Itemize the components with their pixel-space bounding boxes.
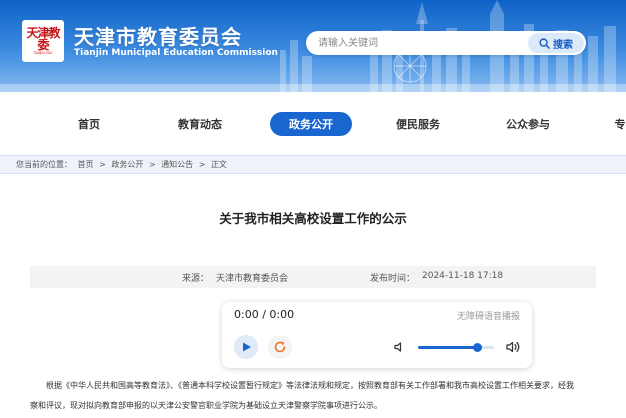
- breadcrumb-current: 正文: [210, 160, 227, 169]
- nav-item-home[interactable]: 首页: [66, 112, 112, 136]
- reload-icon: [274, 341, 286, 353]
- article-title: 关于我市相关高校设置工作的公示: [219, 211, 407, 226]
- logo[interactable]: 天津教委 TIANJIN EDU: [22, 20, 64, 62]
- header-banner: 天津教委 TIANJIN EDU 天津市教育委员会 Tianjin Munici…: [0, 0, 626, 92]
- volume-slider-fill: [418, 346, 478, 349]
- volume-slider-handle[interactable]: [473, 343, 483, 352]
- audio-player: 0:00 / 0:00 无障碍语音播报: [222, 302, 532, 368]
- player-time: 0:00 / 0:00: [234, 308, 295, 321]
- breadcrumb-separator: >: [148, 160, 156, 169]
- breadcrumb: 您当前的位置： 首页 > 政务公开 > 通知公告 > 正文: [16, 159, 230, 170]
- volume-high-icon[interactable]: [506, 340, 521, 354]
- main-nav: 首页 教育动态 政务公开 便民服务 公众参与 专: [0, 104, 626, 142]
- breadcrumb-bar: 您当前的位置： 首页 > 政务公开 > 通知公告 > 正文: [0, 155, 626, 174]
- body-paragraph-line: 根据《中华人民共和国高等教育法》、《普通本科学校设置暂行规定》等法律法规和规定，…: [46, 381, 574, 390]
- nav-item-government-affairs[interactable]: 政务公开: [270, 112, 352, 136]
- reload-button[interactable]: [268, 335, 292, 359]
- article-meta: 来源： 天津市教育委员会 发布时间： 2024-11-18 17:18: [30, 266, 596, 288]
- breadcrumb-government-affairs[interactable]: 政务公开: [111, 160, 143, 169]
- search-button[interactable]: 搜索: [528, 33, 584, 53]
- breadcrumb-prefix: 您当前的位置：: [16, 160, 72, 169]
- nav-item-education-news[interactable]: 教育动态: [170, 112, 230, 136]
- breadcrumb-separator: >: [99, 160, 106, 169]
- publish-time-label: 发布时间：: [370, 274, 416, 284]
- breadcrumb-home[interactable]: 首页: [78, 160, 94, 169]
- breadcrumb-separator: >: [198, 160, 206, 169]
- search-input[interactable]: [318, 34, 504, 52]
- accessibility-broadcast-label[interactable]: 无障碍语音播报: [457, 309, 520, 322]
- volume-slider[interactable]: [418, 343, 494, 352]
- nav-item-public-participation[interactable]: 公众参与: [498, 112, 558, 136]
- breadcrumb-notices[interactable]: 通知公告: [161, 160, 193, 169]
- logo-subtext: TIANJIN EDU: [33, 50, 53, 55]
- volume-low-icon[interactable]: [394, 341, 406, 353]
- search-icon: [539, 37, 550, 49]
- logo-seal: 天津教委: [26, 25, 60, 52]
- source-value: 天津市教育委员会: [216, 274, 289, 284]
- search-box: 搜索: [306, 31, 586, 55]
- body-paragraph-line: 察和评议，现对拟向教育部申报的以天津公安警官职业学院为基础设立天津警察学院事项进…: [30, 401, 382, 410]
- site-subtitle: Tianjin Municipal Education Commission: [74, 48, 278, 58]
- play-icon: [243, 342, 251, 352]
- article-body: 根据《中华人民共和国高等教育法》、《普通本科学校设置暂行规定》等法律法规和规定，…: [30, 376, 626, 416]
- nav-item-special[interactable]: 专: [610, 112, 626, 136]
- publish-time-value: 2024-11-18 17:18: [422, 271, 504, 281]
- search-button-label: 搜索: [553, 39, 573, 51]
- site-title: 天津市教育委员会: [74, 25, 242, 49]
- source-label: 来源：: [182, 274, 210, 284]
- play-button[interactable]: [234, 335, 258, 359]
- nav-item-public-services[interactable]: 便民服务: [388, 112, 448, 136]
